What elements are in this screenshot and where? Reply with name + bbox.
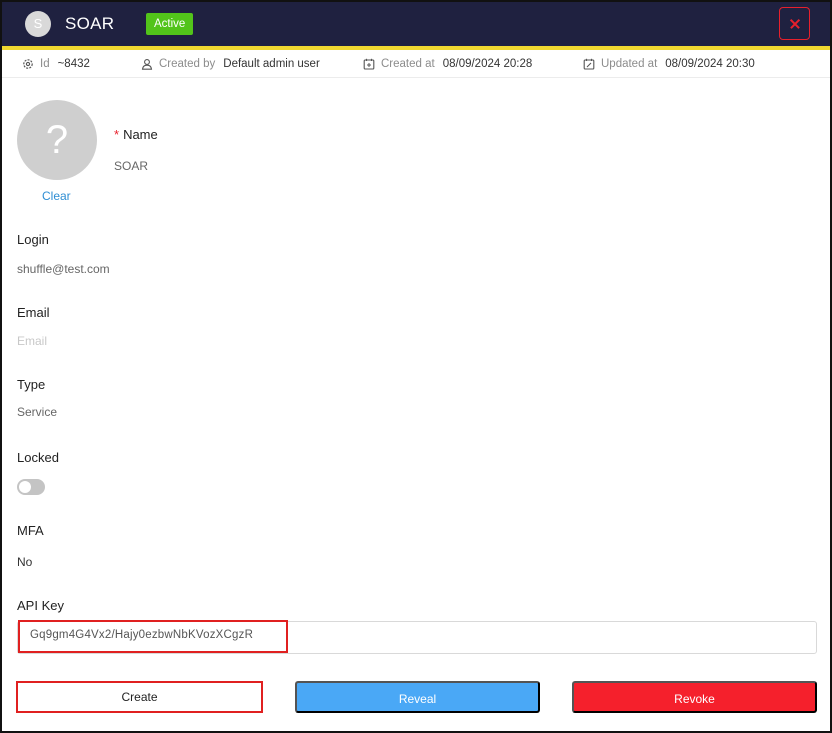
meta-id-label: Id <box>40 58 50 70</box>
mfa-value: No <box>17 555 33 569</box>
meta-updated-at: Updated at 08/09/2024 20:30 <box>583 50 755 78</box>
name-label: * Name <box>114 127 158 142</box>
user-icon <box>141 59 153 70</box>
toggle-knob <box>19 481 31 493</box>
meta-created-by-value: Default admin user <box>223 58 320 70</box>
login-field[interactable]: shuffle@test.com <box>17 262 110 276</box>
meta-created-at: Created at 08/09/2024 20:28 <box>363 50 532 78</box>
dialog-header: S SOAR Active <box>2 2 830 46</box>
locked-label: Locked <box>17 450 59 465</box>
meta-created-by: Created by Default admin user <box>141 50 320 78</box>
close-icon[interactable] <box>779 7 810 40</box>
meta-created-at-label: Created at <box>381 58 435 70</box>
name-field[interactable]: SOAR <box>114 159 148 173</box>
meta-created-at-value: 08/09/2024 20:28 <box>442 58 533 70</box>
api-key-label: API Key <box>17 598 64 613</box>
revoke-button[interactable]: Revoke <box>572 681 817 713</box>
clear-avatar-link[interactable]: Clear <box>42 189 71 203</box>
api-key-value: Gq9gm4G4Vx2/Hajy0ezbwNbKVozXCgzR <box>30 629 254 641</box>
metadata-bar: Id ~8432 Created by Default admin user Cre… <box>2 50 830 78</box>
meta-id-value: ~8432 <box>57 58 90 70</box>
required-marker: * <box>114 127 120 142</box>
meta-updated-at-value: 08/09/2024 20:30 <box>665 58 755 70</box>
locked-toggle[interactable] <box>17 479 45 495</box>
dialog-title: SOAR <box>65 14 115 33</box>
meta-id: Id ~8432 <box>22 50 90 78</box>
header-avatar: S <box>25 11 51 37</box>
type-field[interactable]: Service <box>17 405 57 419</box>
login-label: Login <box>17 232 49 247</box>
calendar-edit-icon <box>583 58 595 70</box>
meta-updated-at-label: Updated at <box>601 58 658 70</box>
gear-icon <box>23 59 33 69</box>
meta-created-by-label: Created by <box>159 58 216 70</box>
status-badge: Active <box>146 13 194 35</box>
calendar-plus-icon <box>363 58 375 70</box>
reveal-button[interactable]: Reveal <box>295 681 540 713</box>
user-avatar[interactable]: ? <box>17 100 97 180</box>
email-field[interactable]: Email <box>17 334 47 348</box>
create-button[interactable]: Create <box>16 681 263 713</box>
name-label-text: Name <box>123 127 158 142</box>
mfa-label: MFA <box>17 523 44 538</box>
type-label: Type <box>17 377 46 392</box>
email-label: Email <box>17 305 50 320</box>
